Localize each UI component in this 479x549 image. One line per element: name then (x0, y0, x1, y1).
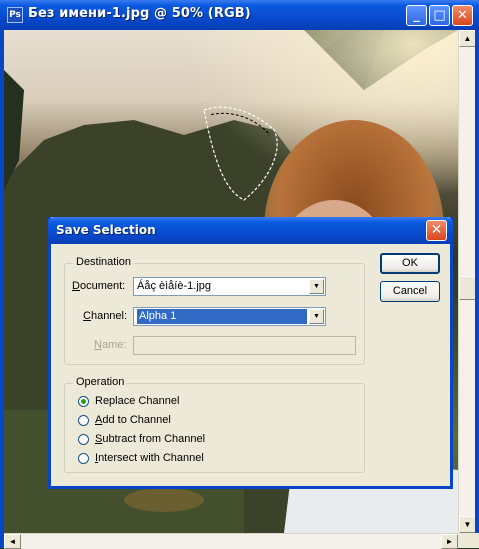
cancel-button[interactable]: Cancel (380, 281, 440, 302)
name-label: Name: (94, 339, 127, 351)
chevron-down-icon[interactable]: ▼ (309, 309, 324, 324)
dialog-close-button[interactable]: ✕ (426, 220, 447, 241)
window-title: Без имени-1.jpg @ 50% (RGB) (28, 6, 251, 21)
add-to-channel-label[interactable]: Add to Channel (95, 414, 171, 426)
window-titlebar[interactable]: Ps Без имени-1.jpg @ 50% (RGB) _ □ ✕ (0, 0, 479, 30)
vertical-scrollbar[interactable]: ▲ ▼ (458, 30, 476, 533)
close-button[interactable]: ✕ (452, 5, 473, 26)
maximize-button[interactable]: □ (429, 5, 450, 26)
replace-channel-radio[interactable] (78, 396, 89, 407)
horizontal-scrollbar[interactable]: ◄ ► (4, 533, 458, 549)
add-to-channel-radio[interactable] (78, 415, 89, 426)
chevron-down-icon[interactable]: ▼ (309, 279, 324, 294)
scroll-up-button[interactable]: ▲ (459, 30, 476, 47)
destination-legend: Destination (73, 256, 135, 268)
name-field (133, 336, 356, 355)
operation-legend: Operation (73, 376, 128, 388)
subtract-from-channel-radio[interactable] (78, 434, 89, 445)
scroll-left-button[interactable]: ◄ (4, 534, 21, 549)
document-dropdown-value: Áåç èìåíè-1.jpg (137, 280, 211, 292)
intersect-with-channel-label[interactable]: Intersect with Channel (95, 452, 204, 464)
channel-dropdown-value: Alpha 1 (137, 309, 307, 324)
photoshop-document-icon: Ps (7, 7, 23, 23)
document-label: Document: (72, 280, 126, 292)
dialog-titlebar[interactable]: Save Selection ✕ (48, 217, 453, 244)
subtract-from-channel-label[interactable]: Subtract from Channel (95, 433, 205, 445)
channel-dropdown[interactable]: Alpha 1 ▼ (133, 307, 326, 326)
operation-group: Operation Replace Channel Add to Channel… (64, 376, 365, 473)
destination-group: Destination Document: Áåç èìåíè-1.jpg ▼ … (64, 256, 365, 365)
scroll-right-button[interactable]: ► (441, 534, 458, 549)
intersect-with-channel-radio[interactable] (78, 453, 89, 464)
scroll-thumb[interactable] (459, 276, 476, 300)
save-selection-dialog: Save Selection ✕ Destination Document: Á… (48, 217, 453, 489)
window-right-border (475, 30, 479, 533)
document-dropdown[interactable]: Áåç èìåíè-1.jpg ▼ (133, 277, 326, 296)
minimize-button[interactable]: _ (406, 5, 427, 26)
resize-corner[interactable] (458, 533, 479, 548)
replace-channel-label[interactable]: Replace Channel (95, 395, 179, 407)
ok-button[interactable]: OK (380, 253, 440, 274)
scroll-down-button[interactable]: ▼ (459, 516, 476, 533)
channel-label: Channel: (83, 310, 128, 322)
dialog-title: Save Selection (56, 223, 156, 237)
